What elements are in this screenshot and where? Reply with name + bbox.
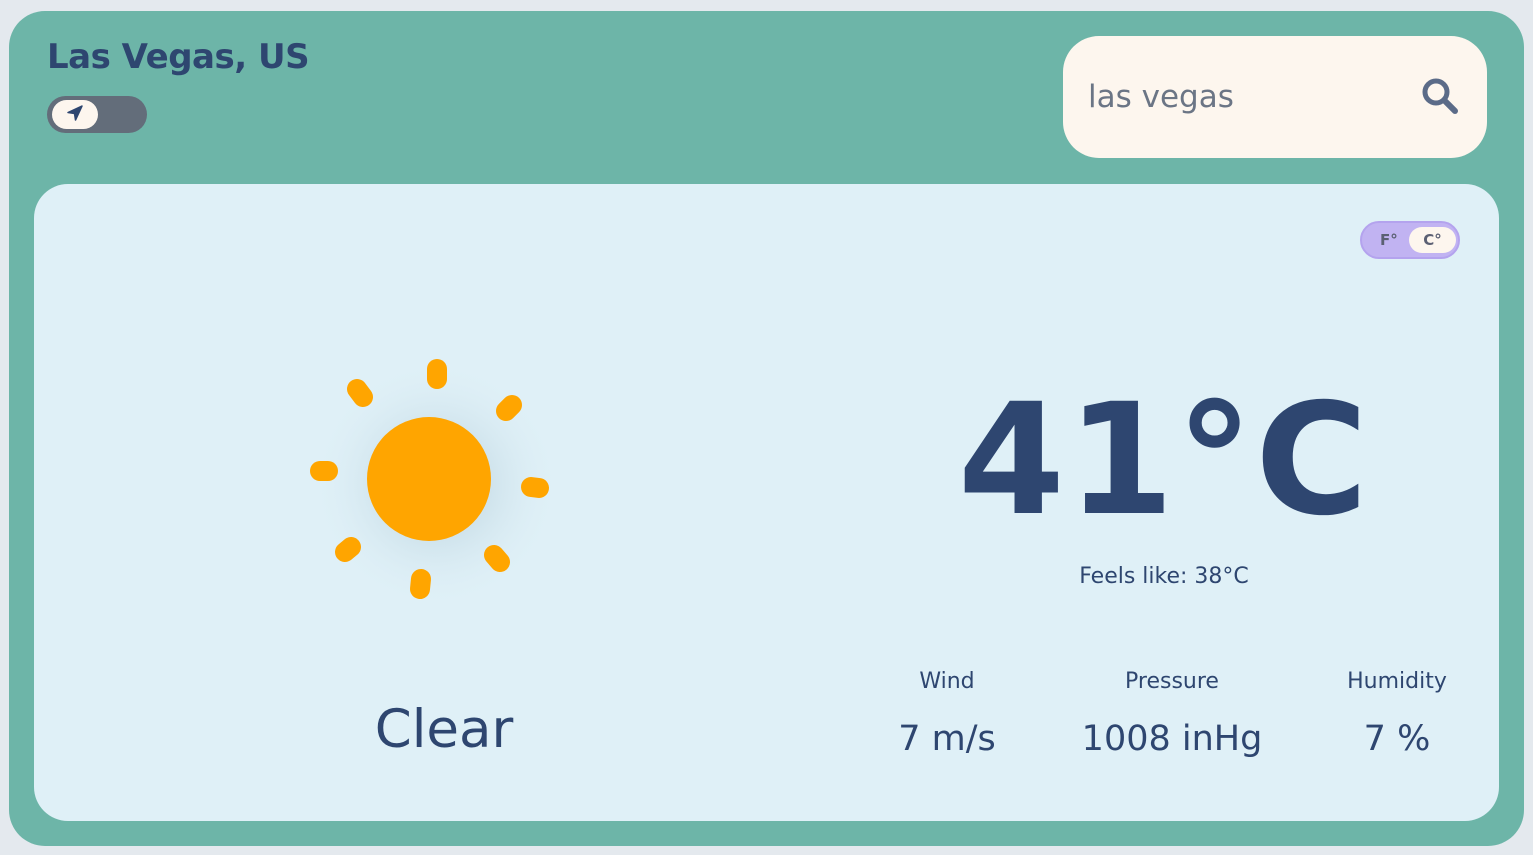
unit-toggle[interactable]: F° C° (1360, 221, 1460, 259)
stat-value: 7 % (1363, 719, 1431, 759)
weather-card: F° C° Clear 41°C Feels like: 38°C Wind 7… (34, 184, 1499, 821)
stat-value: 1008 inHg (1081, 719, 1263, 759)
city-title: Las Vegas, US (47, 37, 310, 77)
stat-label: Wind (919, 669, 975, 694)
location-arrow-icon (65, 103, 85, 127)
stat-label: Humidity (1347, 669, 1447, 694)
unit-celsius-label[interactable]: C° (1423, 231, 1442, 249)
search-box (1063, 36, 1487, 158)
search-icon (1420, 76, 1460, 120)
stat-pressure: Pressure 1008 inHg (1052, 669, 1292, 759)
feels-like-value: 38°C (1194, 564, 1249, 589)
unit-toggle-knob[interactable]: C° (1409, 227, 1456, 253)
stat-value: 7 m/s (898, 719, 996, 759)
location-toggle[interactable] (47, 96, 147, 133)
weather-condition: Clear (374, 699, 514, 760)
location-toggle-knob[interactable] (52, 100, 98, 129)
weather-app: Las Vegas, US F° C° (9, 11, 1524, 846)
sun-icon (299, 344, 561, 609)
stat-humidity: Humidity 7 % (1277, 669, 1517, 759)
feels-like-label: Feels like: (1079, 564, 1188, 589)
feels-like: Feels like: 38°C (1014, 564, 1314, 589)
search-button[interactable] (1418, 76, 1462, 120)
stat-label: Pressure (1125, 669, 1219, 694)
search-input[interactable] (1088, 74, 1388, 120)
stat-wind: Wind 7 m/s (827, 669, 1067, 759)
temperature-value: 41°C (957, 371, 1371, 550)
unit-fahrenheit-label[interactable]: F° (1380, 231, 1398, 249)
